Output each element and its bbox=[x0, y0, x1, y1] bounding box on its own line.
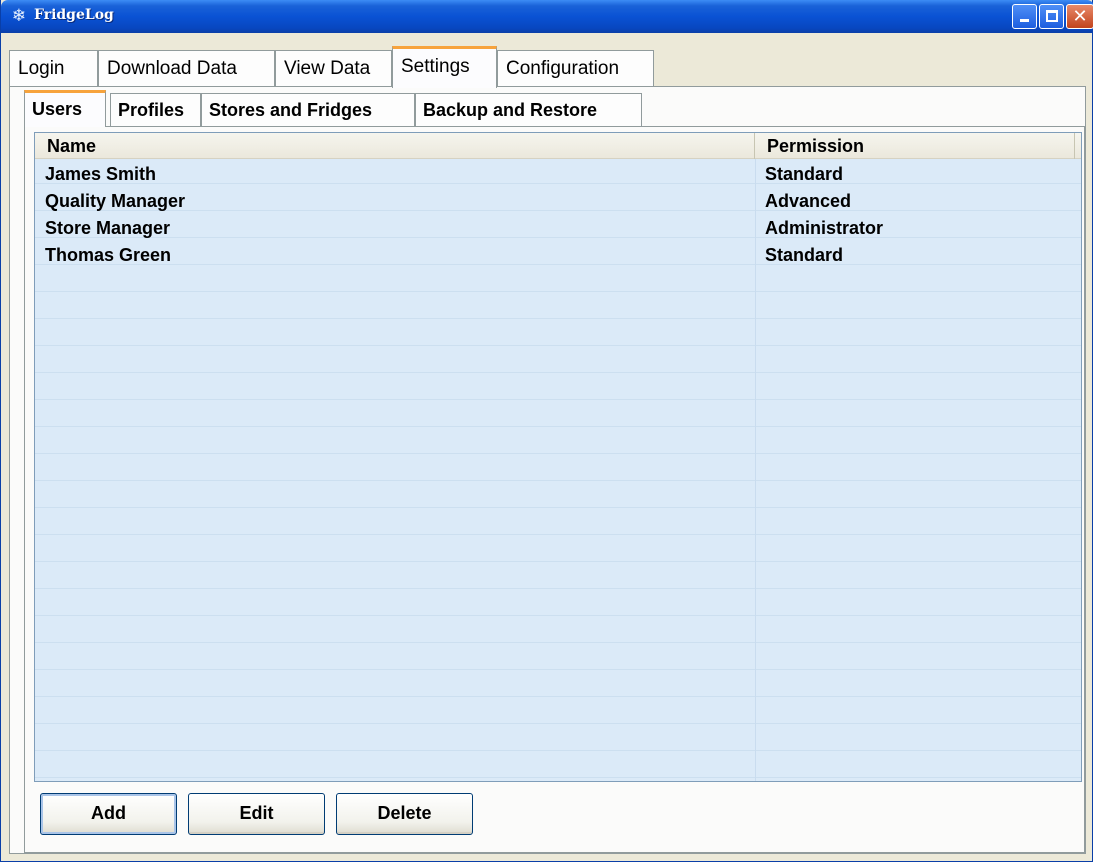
users-table[interactable]: Name Permission James Smith Standard Qua… bbox=[34, 132, 1082, 782]
maximize-icon bbox=[1046, 10, 1058, 22]
tab-download-data[interactable]: Download Data bbox=[98, 50, 275, 86]
window-title: FridgeLog bbox=[34, 7, 114, 23]
column-header-name[interactable]: Name bbox=[35, 133, 755, 159]
minimize-icon bbox=[1020, 19, 1029, 22]
table-header: Name Permission bbox=[35, 133, 1081, 159]
tab-users[interactable]: Users bbox=[24, 90, 106, 127]
tab-stores-and-fridges[interactable]: Stores and Fridges bbox=[201, 93, 415, 126]
user-name-cell: Store Manager bbox=[45, 218, 171, 238]
tab-configuration[interactable]: Configuration bbox=[497, 50, 654, 86]
main-tab-bar: Login Download Data View Data Settings C… bbox=[9, 46, 1086, 88]
table-row[interactable]: Store Manager Administrator bbox=[35, 215, 1081, 242]
edit-user-button[interactable]: Edit bbox=[188, 793, 325, 835]
maximize-button[interactable] bbox=[1039, 4, 1064, 29]
user-permission-cell: Advanced bbox=[765, 191, 852, 211]
add-user-button[interactable]: Add bbox=[40, 793, 177, 835]
tab-profiles[interactable]: Profiles bbox=[110, 93, 201, 126]
table-row[interactable]: Thomas Green Standard bbox=[35, 242, 1081, 269]
user-permission-cell: Standard bbox=[765, 164, 844, 184]
minimize-button[interactable] bbox=[1012, 4, 1037, 29]
user-name-cell: James Smith bbox=[45, 164, 157, 184]
column-header-permission[interactable]: Permission bbox=[755, 133, 1075, 159]
delete-user-button[interactable]: Delete bbox=[336, 793, 473, 835]
tab-strip-baseline bbox=[9, 86, 1086, 87]
tab-backup-and-restore[interactable]: Backup and Restore bbox=[415, 93, 642, 126]
close-icon: ✕ bbox=[1072, 6, 1088, 26]
close-button[interactable]: ✕ bbox=[1066, 4, 1093, 29]
app-window: ❄ FridgeLog ✕ Login Download Data View D… bbox=[0, 0, 1093, 862]
user-name-cell: Thomas Green bbox=[45, 245, 172, 265]
user-permission-cell: Standard bbox=[765, 245, 844, 265]
tab-view-data[interactable]: View Data bbox=[275, 50, 392, 86]
user-name-cell: Quality Manager bbox=[45, 191, 186, 211]
user-permission-cell: Administrator bbox=[765, 218, 884, 238]
table-row[interactable]: James Smith Standard bbox=[35, 161, 1081, 188]
snowflake-icon: ❄ bbox=[11, 6, 27, 25]
title-bar[interactable]: ❄ FridgeLog ✕ bbox=[1, 0, 1093, 33]
settings-sub-tab-bar: Users Profiles Stores and Fridges Backup… bbox=[24, 90, 1074, 127]
tab-login[interactable]: Login bbox=[9, 50, 98, 86]
tab-settings[interactable]: Settings bbox=[392, 46, 497, 88]
table-row[interactable]: Quality Manager Advanced bbox=[35, 188, 1081, 215]
